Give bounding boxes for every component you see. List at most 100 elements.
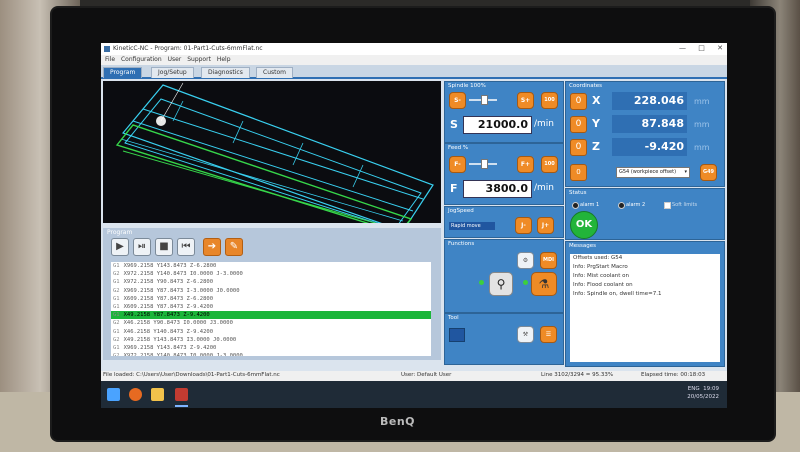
zero-all-button[interactable]: 0 <box>570 164 587 181</box>
reset-icon: 100 <box>544 97 555 103</box>
maximize-icon[interactable]: □ <box>698 44 705 52</box>
file-loaded-text: File loaded: C:\Users\User\Downloads\01-… <box>103 372 280 378</box>
tab-diagnostics[interactable]: Diagnostics <box>201 67 250 78</box>
mdi-button[interactable]: MDI <box>540 252 557 269</box>
zero-z-button[interactable]: 0 <box>570 139 587 156</box>
language-indicator[interactable]: ENG <box>688 386 700 392</box>
gcode-line[interactable]: G2 X49.2158 Y143.8473 I3.0000 J0.0000 <box>111 336 431 344</box>
functions-header: Functions <box>448 241 475 247</box>
spindle-speed-value: 21000.0 <box>463 116 532 134</box>
active-app-indicator <box>175 405 188 407</box>
soft-limits-checkbox[interactable] <box>664 202 671 209</box>
rewind-icon: ⏮ <box>181 241 191 252</box>
edit-icon: ✎ <box>229 241 239 252</box>
minimize-icon[interactable]: — <box>679 44 686 52</box>
gcode-line[interactable]: G1 X46.2158 Y140.8473 Z-9.4200 <box>111 328 431 336</box>
tab-bar: Program Jog/Setup Diagnostics Custom <box>101 65 727 79</box>
feed-increase-button[interactable]: F+ <box>517 156 534 173</box>
jog-increase-button[interactable]: J+ <box>537 217 554 234</box>
rewind-button[interactable]: ⏮ <box>177 238 195 256</box>
alarm1-indicator <box>572 202 579 209</box>
app-statusbar: File loaded: C:\Users\User\Downloads\01-… <box>101 371 727 381</box>
gcode-command: G1 <box>113 303 120 310</box>
spindle-increase-button[interactable]: S+ <box>517 92 534 109</box>
gcode-line[interactable]: G2 X969.2158 Y87.8473 I-3.0000 J0.0000 <box>111 287 431 295</box>
gcode-line[interactable]: G2 X46.2158 Y90.8473 I0.0000 J3.0000 <box>111 319 431 327</box>
offset-select[interactable]: G54 (workpiece offset) ▾ <box>616 167 690 178</box>
tab-program[interactable]: Program <box>103 67 143 78</box>
stop-button[interactable]: ■ <box>155 238 173 256</box>
settings-function-button[interactable]: ⚙ <box>517 252 534 269</box>
feed-slider-knob[interactable] <box>481 159 489 169</box>
tool-change-button[interactable]: ⚒ <box>517 326 534 343</box>
windows-taskbar: ENG 19:09 20/05/2022 <box>101 381 727 408</box>
clock-date[interactable]: 20/05/2022 <box>687 393 719 401</box>
tool-settings-icon: ⚙ <box>522 257 529 264</box>
window-titlebar: KineticC-NC - Program: 01-Part1-Cuts-6mm… <box>101 43 727 55</box>
feed-reset-button[interactable]: 100 <box>541 156 558 173</box>
x-coordinate-value: 228.046 <box>612 92 687 110</box>
file-explorer-icon[interactable] <box>151 388 164 401</box>
message-item: Info: Flood coolant on <box>573 282 633 288</box>
gcode-listing[interactable]: G1 X969.2158 Y143.8473 Z-6.2800 G2 X972.215… <box>111 262 431 356</box>
gcode-line[interactable]: G2X972.2158 Y140.8473 I0.0000 J-3.0000 <box>111 270 431 278</box>
ok-status-button[interactable]: OK <box>570 211 598 239</box>
gcode-line[interactable]: G1 X49.2158 Y87.8473 Z-9.4200 <box>111 311 431 320</box>
windows-start-icon[interactable] <box>107 388 120 401</box>
reset-icon: 100 <box>544 161 555 167</box>
app-icon[interactable] <box>175 388 188 401</box>
toolpath-viewport[interactable] <box>103 81 441 223</box>
tab-custom[interactable]: Custom <box>256 67 293 78</box>
status-header: Status <box>569 190 587 196</box>
gcode-line[interactable]: G1 X609.2158 Y87.8473 Z-6.2800 <box>111 295 431 303</box>
tool-number-field[interactable] <box>449 328 465 342</box>
menu-help[interactable]: Help <box>217 56 231 63</box>
play-icon: ▶ <box>116 241 124 252</box>
chevron-down-icon: ▾ <box>684 169 687 175</box>
clock-time[interactable]: 19:09 <box>703 386 719 392</box>
feed-decrease-button[interactable]: F- <box>449 156 466 173</box>
gcode-line[interactable]: G1 X972.2158 Y90.8473 Z-6.2800 <box>111 278 431 286</box>
edit-program-button[interactable]: ✎ <box>225 238 243 256</box>
table-icon: ☰ <box>545 331 552 338</box>
step-button[interactable]: ⏯ <box>133 238 151 256</box>
tab-jog-setup[interactable]: Jog/Setup <box>151 67 194 78</box>
gcode-line[interactable]: G1 X969.2158 Y143.8473 Z-6.2800 <box>111 262 431 270</box>
jog-decrease-button[interactable]: J- <box>515 217 532 234</box>
menu-file[interactable]: File <box>105 56 115 63</box>
stop-icon: ■ <box>159 241 169 252</box>
jogspeed-header: JogSpeed <box>448 208 474 214</box>
y-coordinate-value: 87.848 <box>612 115 687 133</box>
spindle-slider-knob[interactable] <box>481 95 489 105</box>
gcode-line[interactable]: G1 X609.2158 Y87.8473 Z-9.4200 <box>111 303 431 311</box>
gcode-line[interactable]: G2X972.2158 Y140.8473 I0.0000 J-3.0000 <box>111 352 431 356</box>
coordinates-header: Coordinates <box>569 83 603 89</box>
gcode-command: G2 <box>113 353 120 356</box>
messages-header: Messages <box>569 243 596 249</box>
gcode-params: X972.2158 Y140.8473 I0.0000 J-3.0000 <box>123 271 243 278</box>
zero-x-button[interactable]: 0 <box>570 93 587 110</box>
gcode-params: X46.2158 Y90.8473 I0.0000 J3.0000 <box>123 320 233 327</box>
coolant-toggle-button[interactable]: ⚗ <box>531 272 557 296</box>
spindle-decrease-button[interactable]: S- <box>449 92 466 109</box>
gcode-params: X49.2158 Y143.8473 I3.0000 J0.0000 <box>123 336 237 343</box>
g49-button[interactable]: G49 <box>700 164 717 181</box>
firefox-icon[interactable] <box>129 388 142 401</box>
close-icon[interactable]: ✕ <box>717 44 723 52</box>
spindle-header: Spindle 100% <box>448 83 486 89</box>
menu-support[interactable]: Support <box>187 56 211 63</box>
message-item: Info: Mist coolant on <box>573 273 629 279</box>
jog-mode-select[interactable]: Rapid move <box>449 222 495 230</box>
tool-table-button[interactable]: ☰ <box>540 326 557 343</box>
gcode-line[interactable]: G1 X969.2158 Y143.8473 Z-9.4200 <box>111 344 431 352</box>
gcode-params: X49.2158 Y87.8473 Z-9.4200 <box>123 312 210 319</box>
messages-list[interactable]: Offsets used: G54 Info: PrgStart Macro I… <box>570 254 720 362</box>
run-button[interactable]: ▶ <box>111 238 129 256</box>
zero-y-button[interactable]: 0 <box>570 116 587 133</box>
spindle-reset-button[interactable]: 100 <box>541 92 558 109</box>
goto-line-button[interactable]: ➔ <box>203 238 221 256</box>
monitor-brand-logo: BenQ <box>380 415 416 428</box>
menu-user[interactable]: User <box>168 56 182 63</box>
menu-configuration[interactable]: Configuration <box>121 56 162 63</box>
spindle-toggle-button[interactable]: ⚲ <box>489 272 513 296</box>
